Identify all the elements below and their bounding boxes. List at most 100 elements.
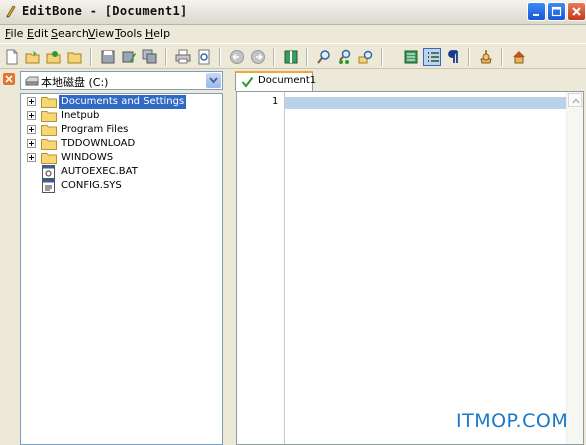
macro-button[interactable] (477, 48, 495, 66)
watermark-text: ITMOP.COM (456, 410, 569, 432)
menu-tools[interactable]: Tools (115, 27, 142, 40)
file-tree: Documents and Settings Inetpub Program F… (20, 93, 223, 445)
tab-document1[interactable]: Document1 (235, 71, 317, 91)
save-as-icon (122, 51, 136, 63)
minimize-icon (533, 14, 539, 16)
folder-icon (41, 111, 57, 122)
title-bar: EditBone - [Document1] (0, 0, 586, 25)
chevron-up-icon (572, 98, 580, 104)
new-file-button[interactable] (3, 48, 21, 66)
print-button[interactable] (174, 48, 192, 66)
tree-node-label: TDDOWNLOAD (61, 138, 136, 149)
maximize-button[interactable] (547, 2, 566, 21)
menu-help[interactable]: Help (145, 27, 170, 40)
redo-icon (251, 50, 265, 64)
expand-icon[interactable] (27, 139, 36, 148)
home-button[interactable] (510, 48, 528, 66)
toolbar-separator (306, 48, 308, 66)
home-icon (513, 51, 525, 64)
print-preview-button[interactable] (195, 48, 213, 66)
find-button[interactable] (315, 48, 333, 66)
macro-icon (480, 50, 492, 64)
close-panel-button[interactable] (3, 73, 15, 85)
folder-icon (41, 139, 57, 150)
wordwrap-button[interactable] (402, 48, 420, 66)
batch-file-icon (42, 165, 55, 179)
print-icon (175, 49, 191, 64)
toolbar-separator (165, 48, 167, 66)
tree-node-autoexec-bat[interactable]: AUTOEXEC.BAT (21, 165, 221, 179)
replace-button[interactable] (357, 48, 375, 66)
tree-node-label: CONFIG.SYS (61, 180, 122, 191)
close-icon (572, 7, 581, 16)
line-numbers-icon (428, 52, 439, 62)
find-next-button[interactable] (336, 48, 354, 66)
app-icon (6, 5, 16, 18)
menu-bar: File Edit Search View Tools Help (0, 25, 586, 43)
undo-button[interactable] (228, 48, 246, 66)
tree-node-windows[interactable]: WINDOWS (21, 151, 221, 165)
new-file-icon (6, 49, 18, 65)
expand-icon[interactable] (27, 153, 36, 162)
find-next-icon (339, 49, 351, 64)
scroll-up-button[interactable] (568, 93, 582, 107)
toolbar (0, 43, 586, 69)
tree-node-inetpub[interactable]: Inetpub (21, 109, 221, 123)
tab-label: Document1 (258, 75, 317, 86)
toolbar-separator (219, 48, 221, 66)
tree-node-tddownload[interactable]: TDDOWNLOAD (21, 137, 221, 151)
tree-node-config-sys[interactable]: CONFIG.SYS (21, 179, 221, 193)
save-as-button[interactable] (120, 48, 138, 66)
menu-view[interactable]: View (88, 27, 114, 40)
toolbar-separator (501, 48, 503, 66)
folder-icon (41, 125, 57, 136)
wordwrap-icon (404, 50, 418, 64)
expand-icon[interactable] (27, 111, 36, 120)
line-number-gutter: 1 (237, 92, 285, 444)
tree-node-label: Inetpub (61, 110, 100, 121)
close-button[interactable] (567, 2, 586, 21)
window-title: EditBone - [Document1] (22, 4, 188, 18)
vertical-scrollbar[interactable] (566, 92, 583, 444)
open-folder-button[interactable] (45, 48, 63, 66)
tree-node-label: Documents and Settings (59, 95, 187, 109)
drive-dropdown-button[interactable] (206, 73, 221, 88)
check-icon (241, 76, 254, 88)
save-all-button[interactable] (141, 48, 159, 66)
toolbar-separator (381, 48, 383, 66)
menu-search[interactable]: Search (51, 27, 89, 40)
replace-icon (358, 50, 373, 64)
drive-select[interactable]: 本地磁盘 (C:) (20, 71, 223, 90)
folder-button[interactable] (66, 48, 84, 66)
text-editor[interactable]: 1 (236, 91, 584, 445)
expand-icon[interactable] (27, 97, 36, 106)
open-button[interactable] (24, 48, 42, 66)
system-file-icon (42, 179, 55, 193)
tree-node-label: AUTOEXEC.BAT (61, 166, 138, 177)
line-number: 1 (271, 96, 278, 107)
menu-file[interactable]: File (5, 27, 23, 40)
open-folder-icon (46, 51, 61, 64)
save-button[interactable] (99, 48, 117, 66)
expand-icon[interactable] (27, 125, 36, 134)
line-numbers-button[interactable] (423, 48, 441, 66)
menu-edit[interactable]: Edit (27, 27, 48, 40)
close-icon (5, 75, 13, 83)
folder-icon (41, 97, 57, 108)
print-preview-icon (198, 49, 210, 65)
toolbar-separator (468, 48, 470, 66)
column-button[interactable] (282, 48, 300, 66)
minimize-button[interactable] (527, 2, 546, 21)
find-icon (317, 50, 330, 64)
tree-node-label: WINDOWS (61, 152, 114, 163)
tree-node-program-files[interactable]: Program Files (21, 123, 221, 137)
folder-icon (67, 52, 82, 64)
save-all-icon (142, 49, 157, 64)
undo-icon (230, 50, 244, 64)
maximize-icon (551, 6, 562, 17)
open-icon (25, 51, 40, 64)
pilcrow-button[interactable] (444, 48, 462, 66)
redo-button[interactable] (249, 48, 267, 66)
tree-node-documents-and-settings[interactable]: Documents and Settings (21, 95, 221, 109)
toolbar-separator (90, 48, 92, 66)
